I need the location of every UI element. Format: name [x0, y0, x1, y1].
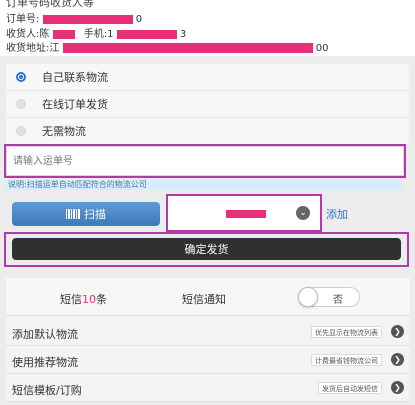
barcode-icon: [66, 209, 80, 219]
scan-button-label: 扫描: [84, 208, 106, 221]
settings-row-recommended-logistics[interactable]: 使用推荐物流 计费最省钱物流公司 ❯: [6, 346, 410, 374]
redacted-address: [62, 43, 313, 53]
radio-no-logistics[interactable]: 无需物流: [6, 118, 409, 144]
carrier-select[interactable]: ⌄: [166, 194, 322, 232]
radio-label: 在线订单发货: [42, 98, 108, 111]
radio-selected-icon[interactable]: [16, 72, 26, 82]
redacted-carrier-name: [226, 210, 266, 218]
settings-row-tag: 计费最省钱物流公司: [311, 354, 382, 366]
radio-self-logistics[interactable]: 自己联系物流: [6, 64, 409, 90]
toggle-knob[interactable]: [298, 287, 318, 307]
order-info-header: 订单号码收货人等 订单号: 0 收货人:陈 手机:1 3 收货地址:江 00: [0, 0, 415, 56]
address-suffix: 00: [315, 43, 329, 54]
sms-count: 短信10条: [60, 291, 107, 307]
radio-online-order[interactable]: 在线订单发货: [6, 91, 409, 117]
settings-row-default-logistics[interactable]: 添加默认物流 优先显示在物流列表 ❯: [6, 318, 410, 346]
settings-row-label: 短信模板/订购: [12, 384, 82, 397]
confirm-highlight: 确定发货: [4, 232, 409, 267]
sms-count-prefix: 短信: [60, 293, 82, 306]
sms-count-suffix: 条: [96, 293, 107, 306]
order-number-label: 订单号:: [6, 14, 40, 25]
delivery-method-group: 自己联系物流 在线订单发货 无需物流: [6, 64, 409, 144]
settings-row-sms-template[interactable]: 短信模板/订购 发货后自动发短信 ❯: [6, 374, 410, 402]
address-line: 收货地址:江 00: [6, 39, 328, 54]
add-carrier-link[interactable]: 添加: [326, 206, 348, 222]
chevron-right-icon[interactable]: ❯: [391, 325, 404, 338]
settings-panel: 短信10条 短信通知 否 添加默认物流 优先显示在物流列表 ❯ 使用推荐物流 计…: [6, 278, 410, 402]
radio-label: 自己联系物流: [42, 71, 108, 84]
redacted-order-number: [42, 14, 133, 24]
confirm-ship-button[interactable]: 确定发货: [12, 238, 401, 260]
address-label: 收货地址:江: [6, 43, 60, 54]
sms-notify-label: 短信通知: [182, 293, 226, 306]
settings-row-tag: 发货后自动发短信: [318, 382, 382, 394]
radio-unselected-icon[interactable]: [16, 99, 26, 109]
tracking-hint: 说明:扫描运单自动匹配符合的物流公司: [6, 180, 402, 190]
sms-count-number: 10: [82, 293, 96, 306]
sms-row: 短信10条 短信通知 否: [6, 278, 410, 316]
settings-row-label: 使用推荐物流: [12, 356, 78, 369]
chevron-right-icon[interactable]: ❯: [391, 353, 404, 366]
header-title: 订单号码收货人等: [6, 0, 94, 9]
chevron-down-icon: ⌄: [296, 206, 310, 220]
radio-label: 无需物流: [42, 125, 86, 138]
radio-unselected-icon[interactable]: [16, 126, 26, 136]
order-number-suffix: 0: [135, 14, 143, 25]
redacted-recipient-name: [52, 29, 75, 39]
settings-row-tag: 优先显示在物流列表: [311, 326, 382, 338]
sms-notify-toggle[interactable]: 否: [298, 287, 360, 307]
chevron-right-icon[interactable]: ❯: [391, 381, 404, 394]
settings-row-label: 添加默认物流: [12, 328, 78, 341]
redacted-phone: [116, 29, 177, 39]
recipient-line: 收货人:陈 手机:1 3: [6, 25, 186, 40]
order-number-line: 订单号: 0: [6, 10, 142, 25]
tracking-number-input[interactable]: [4, 144, 406, 178]
scan-button[interactable]: 扫描: [12, 202, 160, 226]
toggle-text: 否: [333, 295, 343, 306]
